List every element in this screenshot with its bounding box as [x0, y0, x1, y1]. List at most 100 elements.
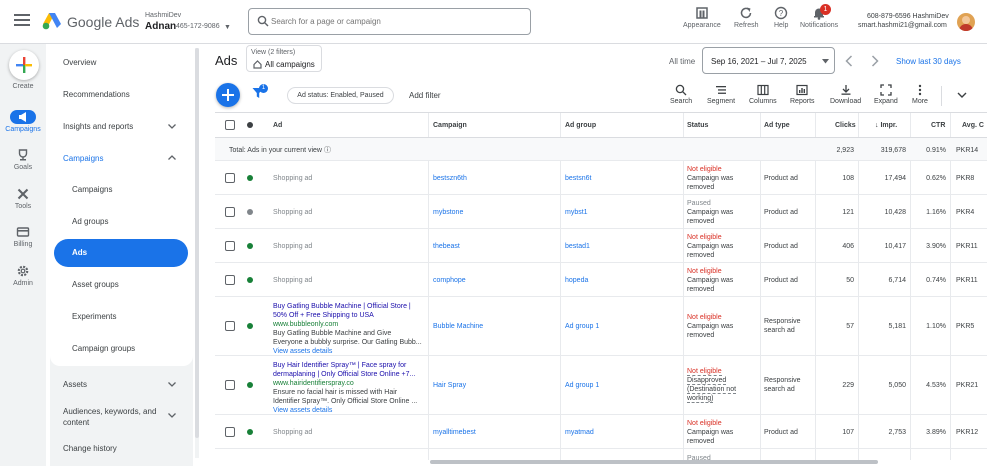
status-reason-2-text[interactable]: (Destination not	[687, 386, 737, 394]
search-box[interactable]	[248, 8, 531, 35]
nav-overview[interactable]: Overview	[63, 58, 96, 67]
table-row[interactable]: Shopping ad bestszn6th bestsn6t Not elig…	[215, 161, 987, 195]
header-campaign[interactable]: Campaign	[433, 122, 467, 129]
account-caret-icon[interactable]: ▼	[224, 24, 231, 31]
table-row[interactable]: Shopping ad mybstone mybst1 Paused Campa…	[215, 195, 987, 229]
row-checkbox[interactable]	[225, 321, 235, 331]
campaign-link[interactable]: Hair Spray	[433, 381, 466, 390]
header-impr[interactable]: ↓ Impr.	[875, 122, 897, 129]
header-ad-type[interactable]: Ad type	[764, 122, 790, 129]
view-assets-link[interactable]: View assets details	[273, 347, 422, 356]
ad-status-filter-chip[interactable]: Ad status: Enabled, Paused	[287, 87, 394, 104]
chevron-down-icon[interactable]	[168, 413, 176, 418]
avatar[interactable]	[957, 13, 975, 31]
row-checkbox[interactable]	[225, 427, 235, 437]
ad-group-link[interactable]: bestsn6t	[565, 174, 591, 183]
nav-recommendations[interactable]: Recommendations	[63, 90, 130, 99]
ad-group-link[interactable]: Ad group 1	[565, 322, 599, 331]
google-ads-logo[interactable]	[42, 12, 62, 30]
header-ad[interactable]: Ad	[273, 122, 282, 129]
row-checkbox[interactable]	[225, 173, 235, 183]
table-search-button[interactable]: Search	[670, 84, 692, 105]
segment-button[interactable]: Segment	[707, 84, 735, 105]
appearance-button[interactable]: Appearance	[683, 6, 721, 29]
status-primary[interactable]: Not eligible	[687, 313, 733, 322]
status-dot-enabled[interactable]	[247, 243, 253, 249]
help-button[interactable]: ? Help	[774, 6, 788, 29]
table-row[interactable]: Shopping ad comphope hopeda Not eligible…	[215, 263, 987, 297]
add-filter-button[interactable]: Add filter	[409, 91, 441, 100]
table-row[interactable]: Buy Gatling Bubble Machine | Official St…	[215, 297, 987, 356]
status-primary[interactable]: Not eligible	[687, 419, 733, 428]
download-button[interactable]: Download	[830, 84, 861, 105]
columns-button[interactable]: Columns	[749, 84, 777, 105]
status-primary[interactable]: Not eligible	[687, 233, 733, 242]
ad-cell[interactable]: Shopping ad	[273, 276, 312, 285]
status-primary[interactable]: Not eligible	[687, 165, 733, 174]
campaign-link[interactable]: myalltimebest	[433, 428, 476, 437]
status-primary[interactable]: Not eligible	[687, 367, 736, 376]
row-checkbox[interactable]	[225, 241, 235, 251]
header-avg-cpc[interactable]: Avg. C	[962, 122, 984, 129]
row-checkbox[interactable]	[225, 275, 235, 285]
rail-admin[interactable]: Admin	[0, 264, 46, 287]
rail-create-label[interactable]: Create	[0, 83, 46, 90]
ad-cell[interactable]: Buy Hair Identifier Spray™ | Face spray …	[273, 361, 417, 415]
chevron-up-icon[interactable]	[168, 155, 176, 160]
ad-group-link[interactable]: hopeda	[565, 276, 588, 285]
view-assets-link[interactable]: View assets details	[273, 406, 417, 415]
campaign-link[interactable]: thebeast	[433, 242, 460, 251]
rail-goals[interactable]: Goals	[0, 148, 46, 171]
nav-sub-experiments[interactable]: Experiments	[72, 312, 116, 321]
ad-cell[interactable]: Shopping ad	[273, 174, 312, 183]
nav-campaigns-section[interactable]: Campaigns	[63, 154, 103, 163]
select-all-checkbox[interactable]	[225, 120, 235, 130]
status-primary[interactable]: Paused	[687, 199, 733, 208]
ad-group-link[interactable]: Ad group 1	[565, 381, 599, 390]
ad-headline[interactable]: Buy Hair Identifier Spray™ | Face spray …	[273, 361, 417, 370]
horizontal-scrollbar[interactable]	[430, 460, 878, 464]
status-dot-enabled[interactable]	[247, 323, 253, 329]
more-button[interactable]: More	[912, 84, 928, 105]
status-dot-enabled[interactable]	[247, 429, 253, 435]
expand-button[interactable]: Expand	[874, 84, 898, 105]
rail-billing[interactable]: Billing	[0, 225, 46, 248]
date-range-picker[interactable]: Sep 16, 2021 – Jul 7, 2025	[702, 47, 835, 74]
status-dot-enabled[interactable]	[247, 277, 253, 283]
nav-sub-ads[interactable]: Ads	[54, 239, 188, 267]
nav-sub-ad-groups[interactable]: Ad groups	[72, 217, 108, 226]
create-button[interactable]	[9, 50, 39, 80]
nav-sub-campaigns[interactable]: Campaigns	[72, 185, 112, 194]
menu-icon[interactable]	[14, 14, 30, 28]
view-selector[interactable]: View (2 filters) All campaigns	[246, 45, 322, 72]
add-ad-button[interactable]	[216, 83, 240, 107]
chevron-down-icon[interactable]	[168, 124, 176, 129]
refresh-button[interactable]: Refresh	[734, 6, 759, 29]
account-name[interactable]: Adnan	[145, 21, 176, 32]
ad-group-link[interactable]: myatmad	[565, 428, 594, 437]
row-checkbox[interactable]	[225, 380, 235, 390]
show-last-30-days-link[interactable]: Show last 30 days	[896, 57, 961, 66]
ad-cell[interactable]: Shopping ad	[273, 242, 312, 251]
nav-insights[interactable]: Insights and reports	[63, 122, 133, 131]
ad-cell[interactable]: Buy Gatling Bubble Machine | Official St…	[273, 302, 422, 356]
nav-sub-campaign-groups[interactable]: Campaign groups	[72, 344, 135, 353]
ad-cell[interactable]: Shopping ad	[273, 428, 312, 437]
ad-group-link[interactable]: bestad1	[565, 242, 590, 251]
search-input[interactable]	[271, 13, 521, 30]
status-reason-text[interactable]: Disapproved	[687, 377, 727, 385]
reports-button[interactable]: Reports	[790, 84, 815, 105]
campaign-link[interactable]: comphope	[433, 276, 466, 285]
table-row[interactable]: Buy Hair Identifier Spray™ | Face spray …	[215, 356, 987, 415]
chevron-right-icon[interactable]	[871, 55, 879, 67]
nav-change-history[interactable]: Change history	[63, 444, 117, 453]
status-dot-enabled[interactable]	[247, 382, 253, 388]
row-checkbox[interactable]	[225, 207, 235, 217]
campaign-link[interactable]: Bubble Machine	[433, 322, 483, 331]
status-reason-3-text[interactable]: working)	[687, 395, 714, 403]
table-row[interactable]: Shopping ad thebeast bestad1 Not eligibl…	[215, 229, 987, 263]
campaign-link[interactable]: mybstone	[433, 208, 463, 217]
campaign-link[interactable]: bestszn6th	[433, 174, 467, 183]
nav-scrollbar[interactable]	[195, 48, 199, 458]
ad-headline[interactable]: Buy Gatling Bubble Machine | Official St…	[273, 302, 422, 311]
